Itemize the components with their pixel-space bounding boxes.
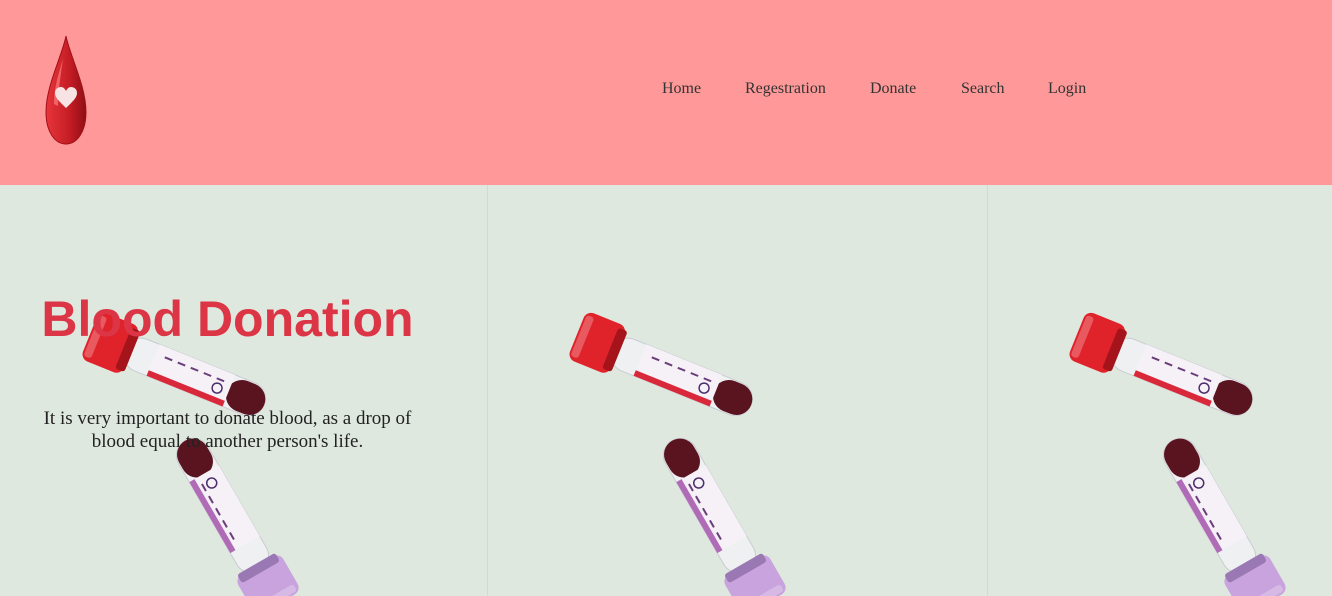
nav-home[interactable]: Home: [662, 80, 701, 98]
hero-image-tile-2: [487, 185, 987, 596]
site-header: Home Regestration Donate Search Login: [0, 0, 1332, 185]
hero-subtitle: It is very important to donate blood, as…: [43, 408, 412, 452]
hero-title: Blood Donation: [41, 291, 414, 347]
hero-image-tile-1: [0, 185, 487, 596]
nav-login[interactable]: Login: [1048, 80, 1086, 98]
hero-image-tile-3: [987, 185, 1332, 596]
hero-section: Blood Donation It is very important to d…: [0, 185, 1332, 596]
nav-donate[interactable]: Donate: [870, 80, 916, 98]
blood-drop-heart-icon[interactable]: [44, 34, 88, 146]
nav-search[interactable]: Search: [961, 80, 1005, 98]
nav-registration[interactable]: Regestration: [745, 80, 826, 98]
